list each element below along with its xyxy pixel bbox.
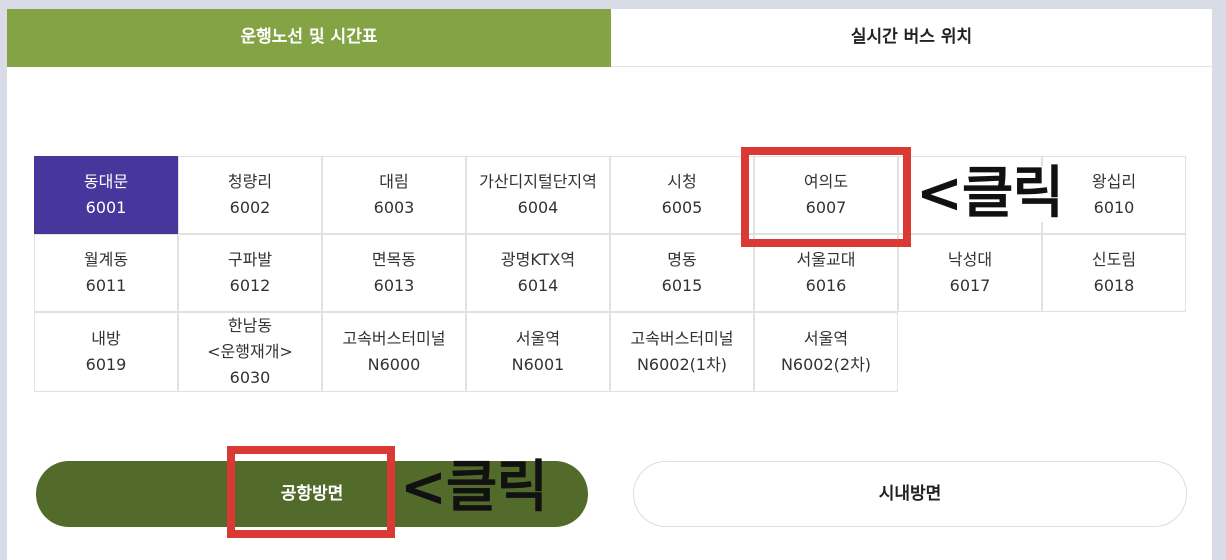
- tab-route-timetable[interactable]: 운행노선 및 시간표: [7, 9, 611, 67]
- route-item-n6001[interactable]: 서울역 N6001: [466, 312, 610, 392]
- route-name: 월계동: [83, 250, 129, 269]
- route-number: 6004: [517, 198, 559, 217]
- highlight-box-airport: [227, 446, 395, 538]
- route-item-n6002-1[interactable]: 고속버스터미널 N6002(1차): [610, 312, 754, 392]
- route-number: N6002(1차): [636, 355, 728, 374]
- route-number: 6011: [85, 276, 127, 295]
- city-direction-button[interactable]: 시내방면: [633, 461, 1187, 527]
- route-item-6003[interactable]: 대림 6003: [322, 156, 466, 234]
- route-item-6019[interactable]: 내방 6019: [34, 312, 178, 392]
- route-number: N6001: [511, 355, 565, 374]
- route-item-6014[interactable]: 광명KTX역 6014: [466, 234, 610, 312]
- route-number: 6003: [373, 198, 415, 217]
- route-name: 서울역: [803, 329, 849, 348]
- route-name: 명동: [667, 250, 697, 269]
- route-item-6010[interactable]: 왕십리 6010: [1042, 156, 1186, 234]
- route-item-6018[interactable]: 신도림 6018: [1042, 234, 1186, 312]
- route-name: 대림: [379, 172, 409, 191]
- route-number: 6019: [85, 355, 127, 374]
- route-item-6017[interactable]: 낙성대 6017: [898, 234, 1042, 312]
- route-name: 광명KTX역: [500, 250, 576, 269]
- route-number: 6013: [373, 276, 415, 295]
- route-number: N6000: [367, 355, 421, 374]
- route-item-6002[interactable]: 청량리 6002: [178, 156, 322, 234]
- route-number: 6001: [85, 198, 127, 217]
- route-item-6001[interactable]: 동대문 6001: [34, 156, 178, 234]
- route-number: 6012: [229, 276, 271, 295]
- route-number: 6002: [229, 198, 271, 217]
- route-number: 6015: [661, 276, 703, 295]
- route-name: 구파발: [227, 250, 273, 269]
- route-name: 면목동: [371, 250, 417, 269]
- route-number: 6014: [517, 276, 559, 295]
- highlight-box-yeouido: [741, 147, 911, 247]
- route-number: 6030: [229, 368, 271, 387]
- route-name: 고속버스터미널: [342, 329, 446, 348]
- route-number: 6017: [949, 276, 991, 295]
- route-name: 가산디지털단지역: [479, 172, 597, 191]
- route-name: 왕십리: [1091, 172, 1137, 191]
- tab-realtime-bus-location[interactable]: 실시간 버스 위치: [611, 9, 1212, 67]
- route-item-n6002-2[interactable]: 서울역 N6002(2차): [754, 312, 898, 392]
- route-item-6011[interactable]: 월계동 6011: [34, 234, 178, 312]
- click-annotation-2: <클릭: [400, 455, 548, 520]
- route-note: <운행재개>: [207, 342, 293, 361]
- route-item-6030[interactable]: 한남동 <운행재개> 6030: [178, 312, 322, 392]
- route-name: 시청: [667, 172, 697, 191]
- click-annotation-1: <클릭: [916, 161, 1064, 226]
- route-number: 6016: [805, 276, 847, 295]
- route-item-6004[interactable]: 가산디지털단지역 6004: [466, 156, 610, 234]
- route-number: N6002(2차): [780, 355, 872, 374]
- route-item-6015[interactable]: 명동 6015: [610, 234, 754, 312]
- route-name: 청량리: [227, 172, 273, 191]
- route-item-6005[interactable]: 시청 6005: [610, 156, 754, 234]
- route-name: 한남동: [227, 316, 273, 335]
- route-name: 동대문: [83, 172, 129, 191]
- route-number: 6018: [1093, 276, 1135, 295]
- route-name: 낙성대: [947, 250, 993, 269]
- route-name: 신도림: [1091, 250, 1137, 269]
- route-number: 6010: [1093, 198, 1135, 217]
- route-number: 6005: [661, 198, 703, 217]
- route-name: 서울교대: [796, 250, 856, 269]
- route-item-6013[interactable]: 면목동 6013: [322, 234, 466, 312]
- route-name: 서울역: [515, 329, 561, 348]
- route-name: 내방: [91, 329, 121, 348]
- route-item-n6000[interactable]: 고속버스터미널 N6000: [322, 312, 466, 392]
- route-name: 고속버스터미널: [630, 329, 734, 348]
- route-item-6012[interactable]: 구파발 6012: [178, 234, 322, 312]
